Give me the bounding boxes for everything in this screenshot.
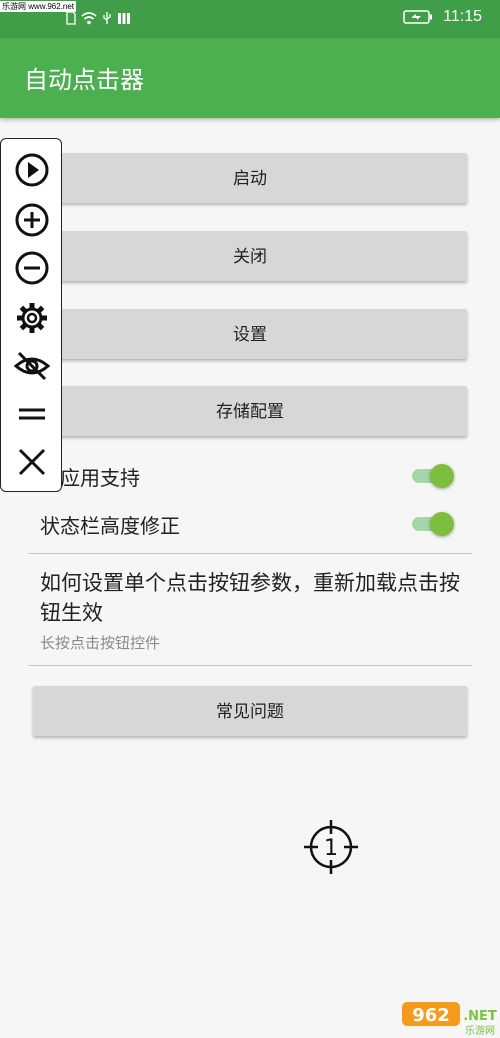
click-target-number: 1 [324, 836, 338, 861]
switch-thumb [430, 512, 454, 536]
remove-icon[interactable] [13, 249, 51, 287]
start-button[interactable]: 启动 [33, 153, 467, 203]
switch-thumb [430, 464, 454, 488]
battery-icon [403, 10, 433, 24]
sim-icon [66, 11, 76, 25]
settings-icon[interactable] [13, 299, 51, 337]
status-bar: 乐游网 www.962.net 11:15 [0, 0, 500, 38]
close-button[interactable]: 关闭 [33, 231, 467, 281]
click-target[interactable]: 1 [302, 818, 360, 876]
svg-text:乐游网: 乐游网 [465, 1024, 495, 1037]
divider [28, 665, 472, 666]
svg-text:.NET: .NET [463, 1009, 497, 1024]
setting-statusbar-fix[interactable]: 状态栏高度修正 [40, 504, 470, 544]
play-icon[interactable] [13, 151, 51, 189]
app-bar: 自动点击器 [0, 38, 500, 118]
save-config-button[interactable]: 存储配置 [33, 386, 467, 436]
info-item[interactable]: 如何设置单个点击按钮参数，重新加载点击按钮生效 长按点击按钮控件 [40, 568, 480, 653]
page-title: 自动点击器 [24, 66, 144, 94]
usb-icon [103, 12, 111, 24]
wifi-icon [81, 11, 97, 24]
add-icon[interactable] [13, 201, 51, 239]
hide-icon[interactable] [13, 347, 51, 385]
close-icon[interactable] [13, 443, 51, 481]
setting-label: 状态栏高度修正 [40, 514, 180, 538]
floating-toolbar [0, 138, 62, 492]
svg-text:962: 962 [412, 1005, 450, 1026]
watermark: 乐游网 www.962.net [0, 1, 77, 12]
site-logo: 962 .NET 乐游网 [402, 1002, 497, 1037]
settings-button[interactable]: 设置 [33, 309, 467, 359]
status-icons [66, 11, 131, 25]
menu-icon[interactable] [13, 395, 51, 433]
faq-button[interactable]: 常见问题 [33, 686, 467, 736]
cross-app-switch[interactable] [412, 464, 456, 488]
statusbar-fix-switch[interactable] [412, 512, 456, 536]
info-subtitle: 长按点击按钮控件 [40, 634, 161, 652]
battery-small-icon [118, 13, 130, 24]
setting-cross-app[interactable]: 跨应用支持 [40, 456, 470, 496]
clock: 11:15 [443, 8, 482, 25]
info-title: 如何设置单个点击按钮参数，重新加载点击按钮生效 [40, 571, 460, 625]
divider [28, 553, 472, 554]
